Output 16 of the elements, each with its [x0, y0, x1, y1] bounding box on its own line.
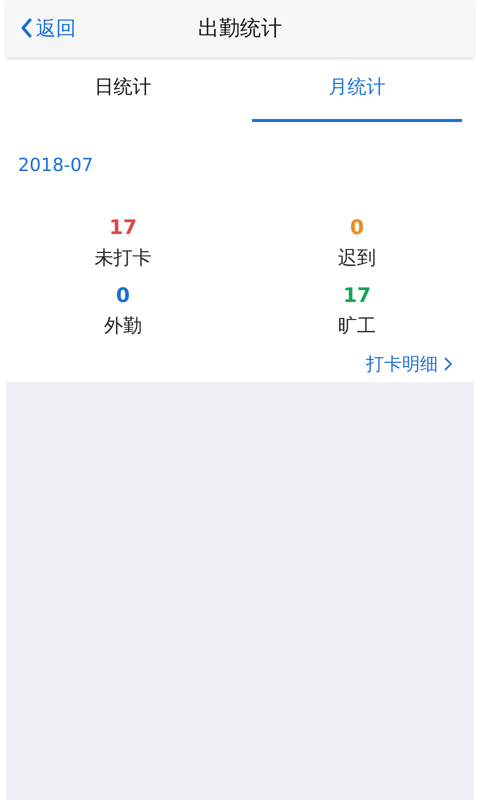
- stat-count: 0: [350, 214, 364, 240]
- chevron-right-icon: [444, 357, 452, 371]
- stat-count: 17: [109, 214, 137, 240]
- page-title: 出勤统计: [198, 14, 282, 42]
- tab[interactable]: 日统计: [18, 60, 228, 122]
- stat-label: 旷工: [338, 314, 376, 339]
- month-label: 2018-07: [18, 154, 94, 178]
- detail-link[interactable]: 打卡明细: [366, 350, 452, 378]
- stat-label: 外勤: [104, 314, 142, 339]
- tab[interactable]: 月统计: [252, 60, 462, 122]
- stat-count: 17: [343, 282, 371, 308]
- stat-label: 迟到: [338, 246, 376, 271]
- back-button[interactable]: 返回: [20, 13, 76, 43]
- stat-count: 0: [116, 282, 130, 308]
- back-chevron-icon: [20, 18, 32, 38]
- stat-label: 未打卡: [94, 246, 152, 271]
